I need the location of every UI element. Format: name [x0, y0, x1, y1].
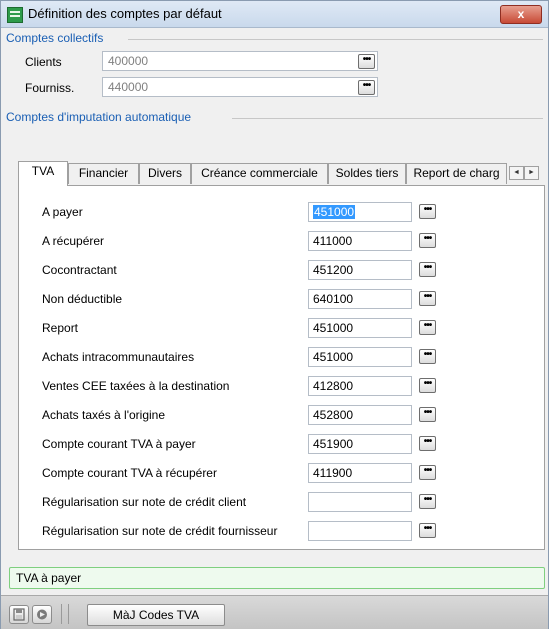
tab-strip: TVA Financier Divers Créance commerciale… [18, 161, 548, 186]
account-field-a-recuperer[interactable]: 411000 [308, 231, 412, 251]
account-field-achats-intracommunautaires[interactable]: 451000 [308, 347, 412, 367]
collective-accounts-heading: Comptes collectifs [6, 31, 104, 45]
row-label-compte-courant-tva-payer: Compte courant TVA à payer [42, 437, 196, 451]
tab-tva[interactable]: TVA [18, 161, 68, 186]
tab-creance-commerciale[interactable]: Créance commerciale [191, 163, 328, 184]
row-label-ventes-cee: Ventes CEE taxées à la destination [42, 379, 230, 393]
suppliers-browse-button[interactable]: ••• [358, 80, 375, 95]
dialog-window: Définition des comptes par défaut x Comp… [0, 0, 549, 629]
divider [232, 118, 543, 119]
suppliers-value: 440000 [108, 80, 149, 94]
tab-divers[interactable]: Divers [139, 163, 191, 184]
row-label-a-recuperer: A récupérer [42, 234, 105, 248]
browse-button-cocontractant[interactable]: ••• [419, 262, 436, 277]
suppliers-label: Fourniss. [25, 81, 75, 95]
browse-button-a-recuperer[interactable]: ••• [419, 233, 436, 248]
refresh-icon[interactable] [32, 605, 52, 624]
window-title: Définition des comptes par défaut [28, 6, 222, 21]
app-icon [7, 7, 23, 23]
account-field-regularisation-fournisseur[interactable] [308, 521, 412, 541]
account-field-compte-courant-tva-recuperer[interactable]: 411900 [308, 463, 412, 483]
account-field-a-payer[interactable]: 451000 [308, 202, 412, 222]
browse-button-achats-taxes-origine[interactable]: ••• [419, 407, 436, 422]
account-field-regularisation-client[interactable] [308, 492, 412, 512]
toolbar-separator [68, 604, 69, 624]
browse-button-compte-courant-tva-payer[interactable]: ••• [419, 436, 436, 451]
tab-soldes-tiers[interactable]: Soldes tiers [328, 163, 406, 184]
row-label-cocontractant: Cocontractant [42, 263, 117, 277]
suppliers-field[interactable]: 440000 [102, 77, 378, 97]
browse-button-achats-intracommunautaires[interactable]: ••• [419, 349, 436, 364]
row-label-compte-courant-tva-recuperer: Compte courant TVA à récupérer [42, 466, 217, 480]
row-label-report: Report [42, 321, 79, 335]
status-hint: TVA à payer [9, 567, 545, 589]
account-field-compte-courant-tva-payer[interactable]: 451900 [308, 434, 412, 454]
account-value-a-payer: 451000 [313, 205, 356, 219]
tva-panel: A payer 451000 ••• A récupérer 411000 ••… [18, 185, 545, 550]
tab-financier[interactable]: Financier [68, 163, 139, 184]
divider [128, 39, 543, 40]
browse-button-a-payer[interactable]: ••• [419, 204, 436, 219]
tab-scroll-left-button[interactable]: ◄ [509, 166, 524, 180]
close-button[interactable]: x [500, 5, 542, 24]
account-field-non-deductible[interactable]: 640100 [308, 289, 412, 309]
bottom-toolbar: MàJ Codes TVA [1, 595, 548, 629]
save-icon[interactable] [9, 605, 29, 624]
auto-accounts-heading: Comptes d'imputation automatique [6, 110, 192, 124]
clients-value: 400000 [108, 54, 149, 68]
account-field-report[interactable]: 451000 [308, 318, 412, 338]
account-field-ventes-cee[interactable]: 412800 [308, 376, 412, 396]
row-label-achats-intracommunautaires: Achats intracommunautaires [42, 350, 195, 364]
title-bar: Définition des comptes par défaut x [1, 1, 548, 28]
tab-scroll-right-button[interactable]: ► [524, 166, 539, 180]
tab-report-de-charges[interactable]: Report de charg [406, 163, 507, 184]
account-field-cocontractant[interactable]: 451200 [308, 260, 412, 280]
update-tva-codes-button[interactable]: MàJ Codes TVA [87, 604, 225, 626]
row-label-achats-taxes-origine: Achats taxés à l'origine [42, 408, 166, 422]
browse-button-regularisation-client[interactable]: ••• [419, 494, 436, 509]
browse-button-non-deductible[interactable]: ••• [419, 291, 436, 306]
clients-label: Clients [25, 55, 62, 69]
row-label-regularisation-fournisseur: Régularisation sur note de crédit fourni… [42, 524, 278, 538]
browse-button-compte-courant-tva-recuperer[interactable]: ••• [419, 465, 436, 480]
account-field-achats-taxes-origine[interactable]: 452800 [308, 405, 412, 425]
row-label-regularisation-client: Régularisation sur note de crédit client [42, 495, 247, 509]
clients-field[interactable]: 400000 [102, 51, 378, 71]
browse-button-regularisation-fournisseur[interactable]: ••• [419, 523, 436, 538]
row-label-a-payer: A payer [42, 205, 83, 219]
clients-browse-button[interactable]: ••• [358, 54, 375, 69]
toolbar-separator [61, 604, 62, 624]
browse-button-report[interactable]: ••• [419, 320, 436, 335]
browse-button-ventes-cee[interactable]: ••• [419, 378, 436, 393]
row-label-non-deductible: Non déductible [42, 292, 123, 306]
